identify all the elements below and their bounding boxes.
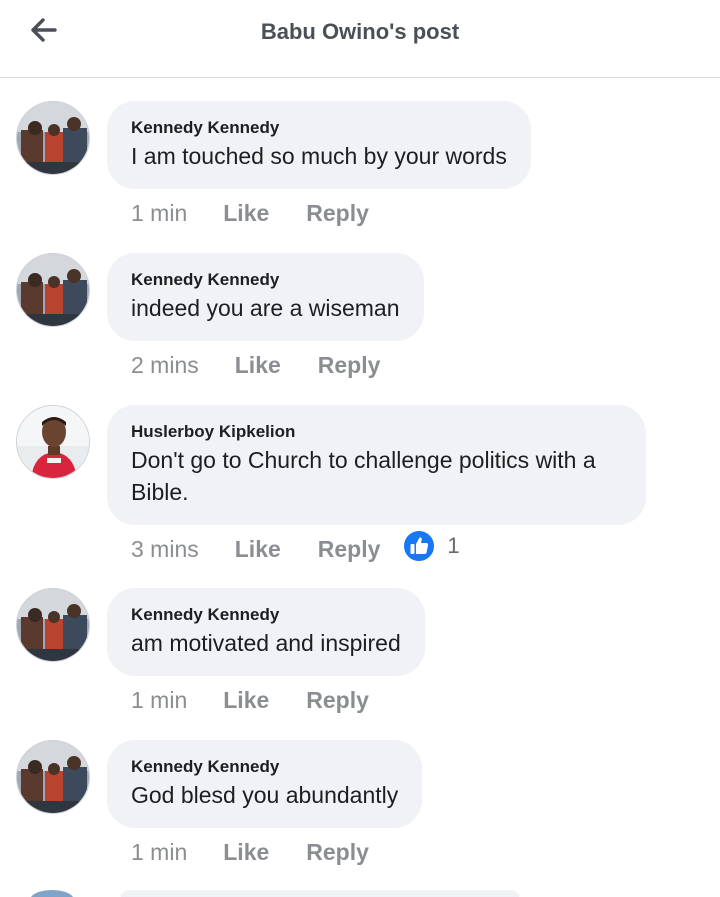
reply-button[interactable]: Reply — [318, 352, 381, 379]
like-button[interactable]: Like — [223, 687, 269, 714]
avatar[interactable] — [16, 101, 90, 175]
comment-bubble — [120, 890, 520, 897]
avatar[interactable] — [16, 405, 90, 479]
comment-bubble: Kennedy Kennedy am motivated and inspire… — [107, 588, 425, 676]
avatar[interactable] — [16, 253, 90, 327]
avatar[interactable] — [16, 740, 90, 814]
like-button[interactable]: Like — [223, 839, 269, 866]
thumbs-up-icon — [402, 528, 437, 563]
comment-time[interactable]: 1 min — [131, 839, 187, 866]
comment-time[interactable]: 1 min — [131, 687, 187, 714]
comment-actions: 1 min Like Reply — [131, 839, 369, 866]
comment-author[interactable]: Kennedy Kennedy — [131, 757, 398, 777]
like-button[interactable]: Like — [223, 200, 269, 227]
comment-author[interactable]: Kennedy Kennedy — [131, 605, 401, 625]
avatar[interactable] — [30, 890, 74, 897]
comment-time[interactable]: 3 mins — [131, 536, 199, 563]
comment-text: God blesd you abundantly — [131, 782, 399, 808]
comment-actions: 1 min Like Reply — [131, 687, 369, 714]
reply-button[interactable]: Reply — [306, 200, 369, 227]
comment-text: Don't go to Church to challenge politics… — [131, 447, 596, 505]
reply-button[interactable]: Reply — [318, 536, 381, 563]
comment-author[interactable]: Kennedy Kennedy — [131, 270, 400, 290]
comment-text: indeed you are a wiseman — [131, 295, 400, 321]
comment-author[interactable]: Huslerboy Kipkelion — [131, 422, 622, 442]
comment-author[interactable]: Kennedy Kennedy — [131, 118, 507, 138]
comment-bubble: Huslerboy Kipkelion Don't go to Church t… — [107, 405, 646, 525]
post-header: Babu Owino's post — [0, 0, 720, 78]
page-title: Babu Owino's post — [260, 19, 460, 44]
comment-bubble: Kennedy Kennedy indeed you are a wiseman — [107, 253, 424, 341]
comment-text: I am touched so much by your words — [131, 143, 507, 169]
comment-actions: 1 min Like Reply — [131, 200, 369, 227]
comment-actions: 2 mins Like Reply — [131, 352, 380, 379]
reaction-count: 1 — [447, 532, 460, 558]
comment-bubble: Kennedy Kennedy God blesd you abundantly — [107, 740, 423, 828]
like-button[interactable]: Like — [235, 352, 281, 379]
reply-button[interactable]: Reply — [306, 839, 369, 866]
comment-actions: 3 mins Like Reply 1 — [131, 528, 460, 563]
like-button[interactable]: Like — [235, 536, 281, 563]
comment-time[interactable]: 1 min — [131, 200, 187, 227]
comment-text: am motivated and inspired — [131, 630, 401, 656]
reaction-summary[interactable]: 1 — [402, 528, 460, 563]
comment-time[interactable]: 2 mins — [131, 352, 199, 379]
avatar[interactable] — [16, 588, 90, 662]
reply-button[interactable]: Reply — [306, 687, 369, 714]
comment-bubble: Kennedy Kennedy I am touched so much by … — [107, 101, 531, 189]
